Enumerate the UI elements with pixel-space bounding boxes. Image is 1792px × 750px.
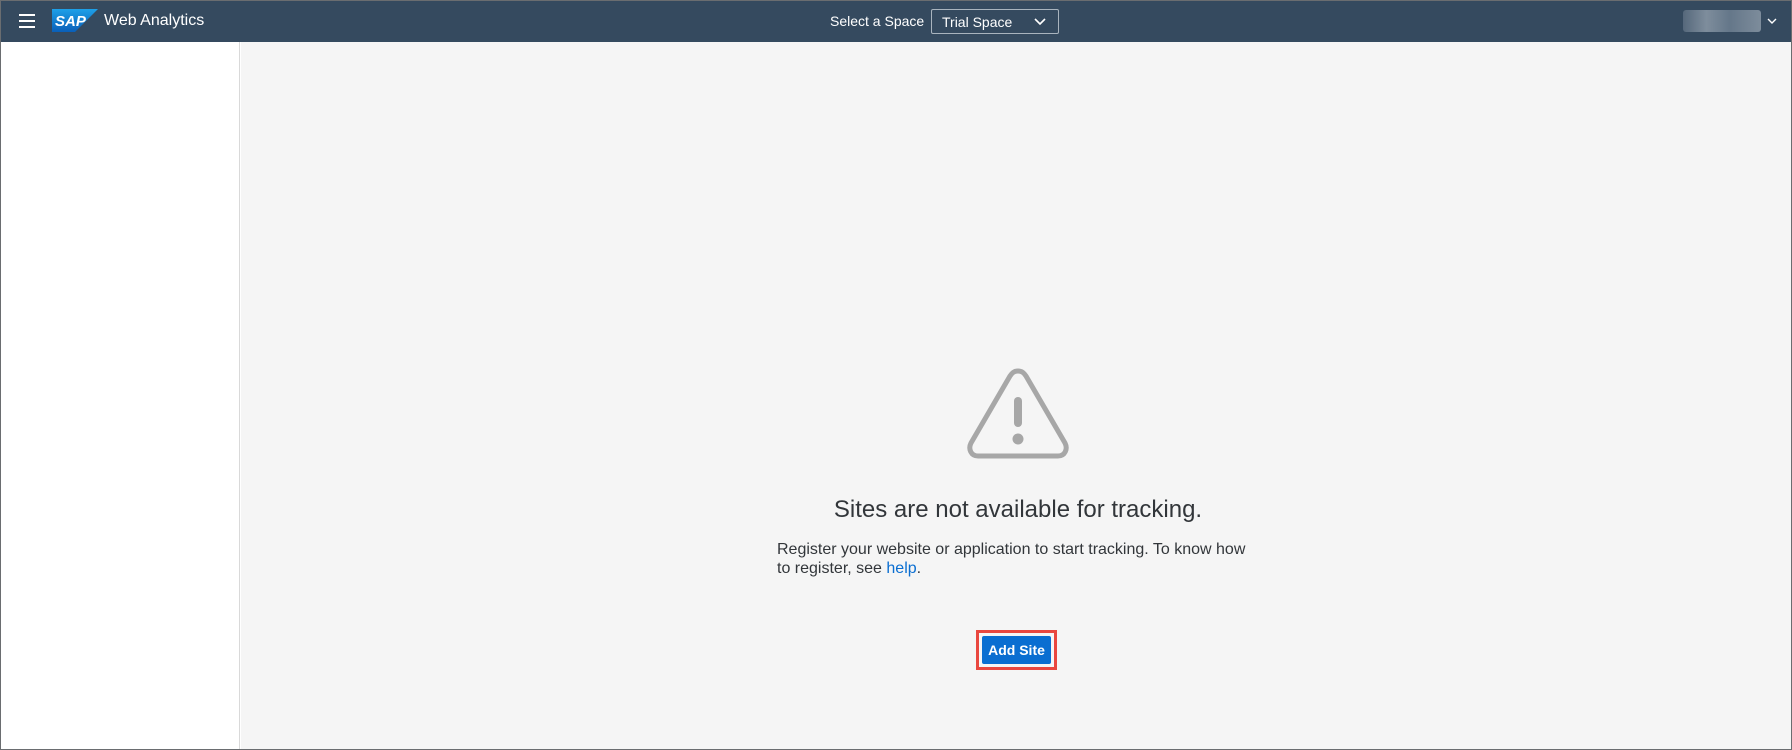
space-select-value: Trial Space	[942, 14, 1013, 30]
sap-logo-text: SAP	[55, 13, 87, 30]
add-site-highlight: Add Site	[976, 630, 1057, 670]
user-menu[interactable]	[1683, 10, 1779, 32]
space-select[interactable]: Trial Space	[931, 9, 1059, 34]
description-text: Register your website or application to …	[777, 541, 1246, 577]
chevron-down-icon	[1034, 18, 1046, 26]
side-navigation	[1, 42, 240, 749]
help-link[interactable]: help	[886, 560, 916, 577]
hamburger-menu-icon[interactable]	[15, 10, 39, 32]
app-title: Web Analytics	[104, 12, 205, 29]
main-content: Sites are not available for tracking. Re…	[241, 42, 1791, 749]
chevron-down-icon	[1767, 18, 1777, 24]
add-site-button[interactable]: Add Site	[982, 636, 1051, 664]
space-selector-label: Select a Space	[830, 13, 925, 29]
empty-state-title: Sites are not available for tracking.	[833, 496, 1203, 523]
sap-logo[interactable]: SAP	[52, 9, 98, 32]
description-period: .	[916, 560, 922, 577]
user-name-redacted	[1683, 10, 1761, 32]
app-window: SAP Web Analytics Select a Space Trial S…	[0, 0, 1792, 750]
shell-header: SAP Web Analytics Select a Space Trial S…	[1, 1, 1791, 42]
warning-triangle-icon	[967, 368, 1069, 459]
empty-state-description: Register your website or application to …	[777, 540, 1257, 578]
